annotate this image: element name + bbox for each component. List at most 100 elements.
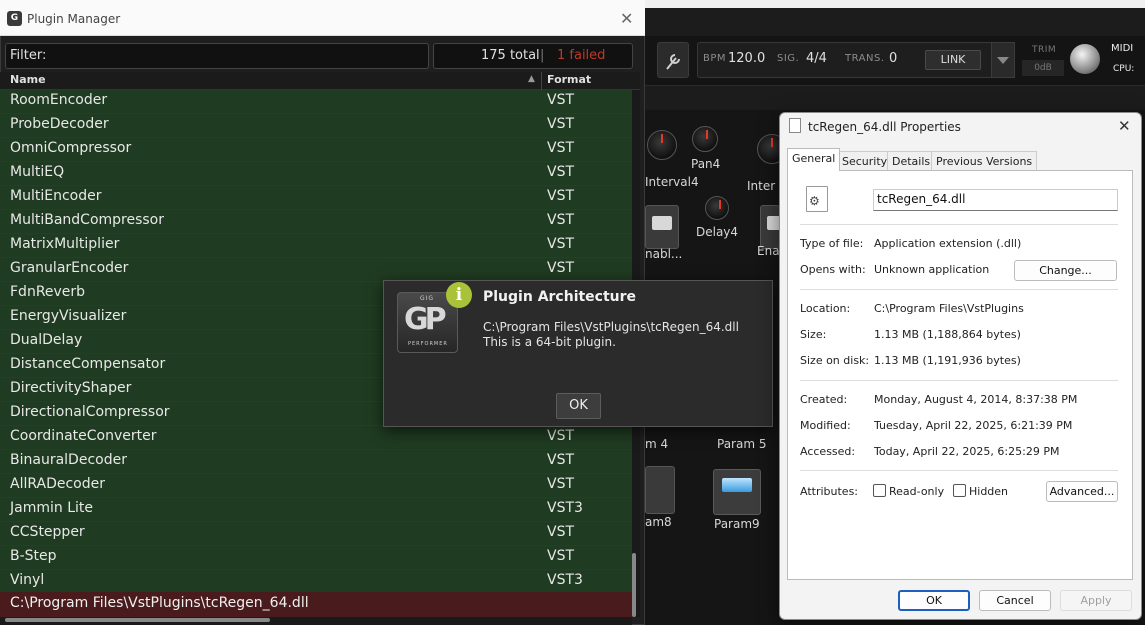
horizontal-scroll-thumb[interactable] bbox=[5, 618, 270, 622]
table-row[interactable]: BinauralDecoder VST bbox=[0, 450, 632, 474]
trans-label: TRANS. bbox=[845, 53, 885, 64]
plugin-format: VST bbox=[547, 476, 575, 492]
plugin-format: VST bbox=[547, 452, 575, 468]
properties-ok-button[interactable]: OK bbox=[898, 590, 970, 611]
table-row[interactable]: B-Step VST bbox=[0, 546, 632, 570]
plugin-name: DirectionalCompressor bbox=[10, 404, 170, 420]
tab-security[interactable]: Security bbox=[837, 151, 893, 170]
chevron-down-icon bbox=[997, 57, 1009, 64]
table-row[interactable]: CCStepper VST bbox=[0, 522, 632, 546]
column-divider[interactable] bbox=[541, 72, 542, 90]
table-row[interactable]: AllRADecoder VST bbox=[0, 474, 632, 498]
table-row[interactable]: Vinyl VST3 bbox=[0, 570, 632, 594]
table-row[interactable]: OmniCompressor VST bbox=[0, 138, 632, 162]
sig-label: SIG. bbox=[777, 53, 800, 64]
accessed-value: Today, April 22, 2025, 6:25:29 PM bbox=[874, 445, 1060, 458]
table-row[interactable]: MultiEncoder VST bbox=[0, 186, 632, 210]
plugin-name: DirectivityShaper bbox=[10, 380, 132, 396]
plugin-format: VST bbox=[547, 260, 575, 276]
plugin-format: VST bbox=[547, 188, 575, 204]
param8-button[interactable] bbox=[645, 466, 675, 514]
enable-button-2[interactable] bbox=[760, 205, 787, 249]
logo-gig-text: GIG bbox=[420, 295, 435, 302]
modified-value: Tuesday, April 22, 2025, 6:21:39 PM bbox=[874, 419, 1073, 432]
accessed-label: Accessed: bbox=[800, 445, 856, 458]
dialog-message: This is a 64-bit plugin. bbox=[483, 335, 616, 349]
change-button[interactable]: Change... bbox=[1014, 260, 1117, 281]
table-row[interactable]: MatrixMultiplier VST bbox=[0, 234, 632, 258]
plugin-format: VST3 bbox=[547, 572, 583, 588]
plugin-name: ProbeDecoder bbox=[10, 116, 109, 132]
table-row[interactable]: MultiEQ VST bbox=[0, 162, 632, 186]
table-row[interactable]: RoomEncoder VST bbox=[0, 90, 632, 114]
pan4-label: Pan4 bbox=[691, 157, 721, 171]
tab-general[interactable]: General bbox=[787, 148, 841, 171]
wrench-button[interactable] bbox=[657, 42, 689, 78]
trim-knob[interactable] bbox=[1070, 44, 1100, 74]
trim-label: TRIM bbox=[1032, 45, 1057, 55]
sig-value[interactable]: 4/4 bbox=[806, 51, 827, 66]
ok-button[interactable]: OK bbox=[556, 393, 601, 419]
count-separator: | bbox=[540, 48, 545, 63]
param4-label: m 4 bbox=[645, 437, 669, 451]
close-icon[interactable]: ✕ bbox=[620, 9, 633, 28]
interval4-label: Interval4 bbox=[645, 175, 699, 189]
cpu-label: CPU: bbox=[1113, 64, 1135, 74]
failed-plugin-path: C:\Program Files\VstPlugins\tcRegen_64.d… bbox=[10, 595, 309, 611]
param9-button[interactable] bbox=[713, 469, 761, 515]
read-only-checkbox[interactable] bbox=[873, 484, 886, 497]
bpm-label: BPM bbox=[703, 53, 727, 64]
filter-input[interactable] bbox=[5, 43, 429, 69]
info-icon: i bbox=[446, 282, 472, 308]
midi-label: MIDI bbox=[1111, 43, 1134, 54]
modified-label: Modified: bbox=[800, 419, 851, 432]
divider bbox=[800, 224, 1118, 225]
table-row[interactable]: GranularEncoder VST bbox=[0, 258, 632, 282]
file-name-value: tcRegen_64.dll bbox=[877, 192, 966, 206]
column-header-name[interactable]: Name bbox=[10, 73, 46, 86]
delay4-knob[interactable] bbox=[705, 196, 729, 220]
pan4-knob[interactable] bbox=[692, 126, 718, 152]
size-on-disk-value: 1.13 MB (1,191,936 bytes) bbox=[874, 354, 1021, 367]
size-on-disk-label: Size on disk: bbox=[800, 354, 870, 367]
logo-gp-mark: GP bbox=[404, 302, 447, 337]
table-row[interactable]: CoordinateConverter VST bbox=[0, 426, 632, 450]
param8-label: am8 bbox=[645, 515, 672, 529]
advanced-button[interactable]: Advanced... bbox=[1046, 481, 1118, 502]
attributes-label: Attributes: bbox=[800, 485, 859, 498]
total-count: 175 total bbox=[481, 48, 540, 63]
close-icon[interactable]: ✕ bbox=[1118, 117, 1131, 135]
plugin-format: VST bbox=[547, 236, 575, 252]
divider bbox=[800, 380, 1118, 381]
plugin-format: VST bbox=[547, 548, 575, 564]
tab-details[interactable]: Details bbox=[887, 151, 936, 170]
delay4-label: Delay4 bbox=[696, 225, 739, 239]
plugin-format: VST3 bbox=[547, 500, 583, 516]
table-row[interactable]: MultiBandCompressor VST bbox=[0, 210, 632, 234]
divider bbox=[800, 470, 1118, 471]
apply-button[interactable]: Apply bbox=[1060, 590, 1132, 611]
read-only-label[interactable]: Read-only bbox=[889, 485, 944, 498]
hidden-label[interactable]: Hidden bbox=[969, 485, 1008, 498]
interval4-knob[interactable] bbox=[647, 130, 677, 160]
type-value: Application extension (.dll) bbox=[874, 237, 1022, 250]
trans-value[interactable]: 0 bbox=[889, 51, 897, 66]
gear-icon: ⚙ bbox=[809, 194, 820, 208]
failed-count[interactable]: 1 failed bbox=[557, 48, 605, 63]
vertical-scroll-thumb[interactable] bbox=[632, 553, 636, 617]
plugin-name: Jammin Lite bbox=[10, 500, 93, 516]
table-row[interactable]: ProbeDecoder VST bbox=[0, 114, 632, 138]
plugin-name: Vinyl bbox=[10, 572, 45, 588]
plugin-name: B-Step bbox=[10, 548, 57, 564]
plugin-name: MultiEQ bbox=[10, 164, 65, 180]
hidden-checkbox[interactable] bbox=[953, 484, 966, 497]
tab-previous-versions[interactable]: Previous Versions bbox=[931, 151, 1038, 170]
bpm-value[interactable]: 120.0 bbox=[728, 51, 765, 66]
cancel-button[interactable]: Cancel bbox=[979, 590, 1051, 611]
link-button[interactable]: LINK bbox=[925, 50, 981, 70]
enable-button[interactable] bbox=[645, 205, 679, 249]
location-value: C:\Program Files\VstPlugins bbox=[874, 302, 1024, 315]
column-header-format[interactable]: Format bbox=[547, 73, 591, 86]
dropdown-button[interactable] bbox=[991, 42, 1015, 78]
table-row[interactable]: Jammin Lite VST3 bbox=[0, 498, 632, 522]
